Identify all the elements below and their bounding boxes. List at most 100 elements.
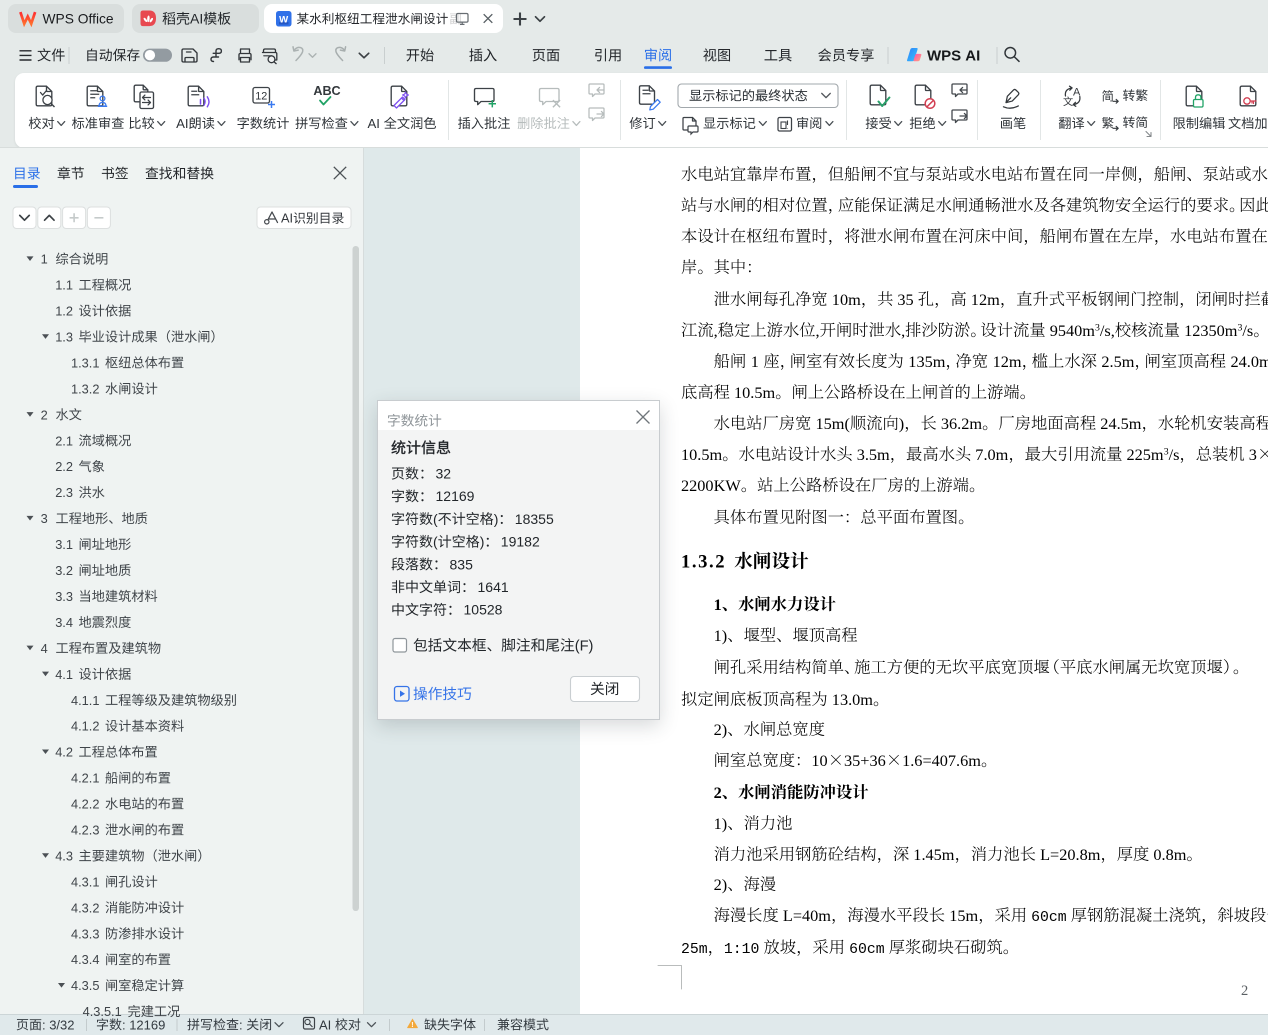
svg-text:1.6=407.6m: 1.6=407.6m bbox=[902, 751, 981, 770]
svg-text:WPS: WPS bbox=[927, 48, 961, 65]
svg-text:2: 2 bbox=[41, 407, 48, 422]
svg-text:10m: 10m bbox=[832, 290, 861, 309]
svg-text:,: , bbox=[816, 321, 820, 340]
svg-text:225m: 225m bbox=[1127, 445, 1164, 464]
svg-text:WPS: WPS bbox=[43, 11, 74, 26]
svg-text:12m: 12m bbox=[971, 290, 1000, 309]
svg-text:): ) bbox=[494, 511, 499, 527]
svg-text:12169: 12169 bbox=[129, 1017, 165, 1032]
svg-text:10.5m: 10.5m bbox=[681, 445, 722, 464]
svg-text:0.8m: 0.8m bbox=[1153, 845, 1186, 864]
svg-text:10: 10 bbox=[811, 751, 827, 770]
svg-text:835: 835 bbox=[450, 556, 474, 572]
svg-text:4.3.4: 4.3.4 bbox=[71, 952, 99, 967]
svg-text:4: 4 bbox=[41, 641, 48, 656]
svg-text:1.3: 1.3 bbox=[55, 329, 73, 344]
svg-text:1.45m: 1.45m bbox=[913, 845, 954, 864]
svg-text:12: 12 bbox=[255, 90, 267, 102]
svg-text:12350m: 12350m bbox=[1184, 321, 1238, 340]
svg-text:3/32: 3/32 bbox=[49, 1017, 74, 1032]
svg-text:4.3.5.1: 4.3.5.1 bbox=[83, 1004, 122, 1019]
svg-text:AI: AI bbox=[368, 116, 380, 131]
svg-text:18355: 18355 bbox=[515, 511, 554, 527]
svg-text:15m(: 15m( bbox=[816, 414, 850, 433]
svg-text:4.3.5: 4.3.5 bbox=[71, 978, 99, 993]
svg-text:3.1: 3.1 bbox=[55, 537, 73, 552]
svg-text:2: 2 bbox=[1241, 983, 1248, 999]
svg-text:1: 1 bbox=[751, 352, 759, 371]
svg-text:4.3.3: 4.3.3 bbox=[71, 926, 99, 941]
svg-text:4.2.2: 4.2.2 bbox=[71, 797, 99, 812]
svg-text:13.0m: 13.0m bbox=[832, 690, 873, 709]
svg-text:15m: 15m bbox=[949, 906, 978, 925]
svg-text:1): 1) bbox=[714, 814, 728, 833]
svg-text:12m: 12m bbox=[993, 352, 1022, 371]
svg-text:Office: Office bbox=[78, 11, 114, 26]
svg-text:2.1: 2.1 bbox=[55, 433, 73, 448]
svg-text:): ) bbox=[899, 414, 904, 433]
svg-text:24.5m: 24.5m bbox=[1100, 414, 1141, 433]
svg-text::: : bbox=[122, 1017, 126, 1032]
svg-text:10528: 10528 bbox=[464, 602, 503, 618]
svg-text:L=40m: L=40m bbox=[783, 906, 831, 925]
svg-text:ABC: ABC bbox=[313, 84, 340, 98]
svg-text:1.2: 1.2 bbox=[55, 304, 73, 319]
svg-text:32: 32 bbox=[436, 466, 452, 482]
svg-text:9540m: 9540m bbox=[1050, 321, 1096, 340]
svg-text:2.5m: 2.5m bbox=[1101, 352, 1134, 371]
svg-text:4.3.1: 4.3.1 bbox=[71, 874, 99, 889]
svg-text:19182: 19182 bbox=[501, 534, 540, 550]
svg-text:AI: AI bbox=[176, 116, 188, 131]
svg-text:/s,: /s, bbox=[1100, 321, 1115, 340]
svg-text:12169: 12169 bbox=[436, 488, 475, 504]
svg-text:4.1: 4.1 bbox=[55, 667, 73, 682]
svg-text:4.2.1: 4.2.1 bbox=[71, 771, 99, 786]
svg-text:(: ( bbox=[433, 511, 438, 527]
svg-text:!: ! bbox=[411, 1022, 413, 1029]
svg-text:3.4: 3.4 bbox=[55, 615, 73, 630]
svg-text:L=20.8m: L=20.8m bbox=[1040, 845, 1101, 864]
svg-text:2): 2) bbox=[714, 875, 728, 894]
svg-text::: : bbox=[42, 1017, 46, 1032]
svg-text:10.5m: 10.5m bbox=[734, 383, 775, 402]
svg-text::: : bbox=[239, 1017, 243, 1032]
svg-text:1: 1 bbox=[41, 252, 48, 267]
svg-text:35+36: 35+36 bbox=[844, 751, 886, 770]
svg-text:1: 1 bbox=[714, 595, 722, 614]
svg-text:W: W bbox=[279, 14, 289, 25]
svg-text:2200KW: 2200KW bbox=[681, 476, 741, 495]
svg-text:1641: 1641 bbox=[478, 579, 509, 595]
svg-text:(: ( bbox=[433, 534, 438, 550]
svg-text:AI: AI bbox=[281, 211, 293, 226]
svg-text:/s: /s bbox=[1169, 445, 1180, 464]
svg-text:1.3.2: 1.3.2 bbox=[71, 381, 99, 396]
svg-text:1): 1) bbox=[714, 626, 728, 645]
svg-text:1.3.1: 1.3.1 bbox=[71, 355, 99, 370]
svg-text:3.3: 3.3 bbox=[55, 589, 73, 604]
svg-text:135m: 135m bbox=[908, 352, 945, 371]
svg-text:AI: AI bbox=[319, 1017, 331, 1032]
svg-text:(F): (F) bbox=[575, 639, 594, 655]
svg-text:2): 2) bbox=[714, 720, 728, 739]
svg-text:3.5m: 3.5m bbox=[857, 445, 890, 464]
svg-text:3.2: 3.2 bbox=[55, 563, 73, 578]
svg-text:1:10: 1:10 bbox=[724, 942, 760, 958]
svg-text:60cm: 60cm bbox=[849, 942, 885, 958]
svg-text:2: 2 bbox=[714, 783, 722, 802]
svg-text:1.1: 1.1 bbox=[55, 278, 73, 293]
svg-text:3: 3 bbox=[1249, 445, 1257, 464]
svg-text:/s: /s bbox=[1242, 321, 1253, 340]
svg-text:2.2: 2.2 bbox=[55, 459, 73, 474]
svg-text:4.3.2: 4.3.2 bbox=[71, 900, 99, 915]
svg-text:4.3: 4.3 bbox=[55, 849, 73, 864]
svg-text:25m: 25m bbox=[681, 942, 708, 958]
svg-text:4.2: 4.2 bbox=[55, 745, 73, 760]
svg-text:): ) bbox=[480, 534, 485, 550]
svg-text:4.1.2: 4.1.2 bbox=[71, 719, 99, 734]
svg-text:AI: AI bbox=[190, 11, 203, 27]
svg-text:4.2.3: 4.2.3 bbox=[71, 823, 99, 838]
svg-text:60cm: 60cm bbox=[1031, 910, 1067, 926]
svg-text:24.0m: 24.0m bbox=[1231, 352, 1268, 371]
svg-text:4.1.1: 4.1.1 bbox=[71, 693, 99, 708]
svg-text:,: , bbox=[901, 321, 905, 340]
